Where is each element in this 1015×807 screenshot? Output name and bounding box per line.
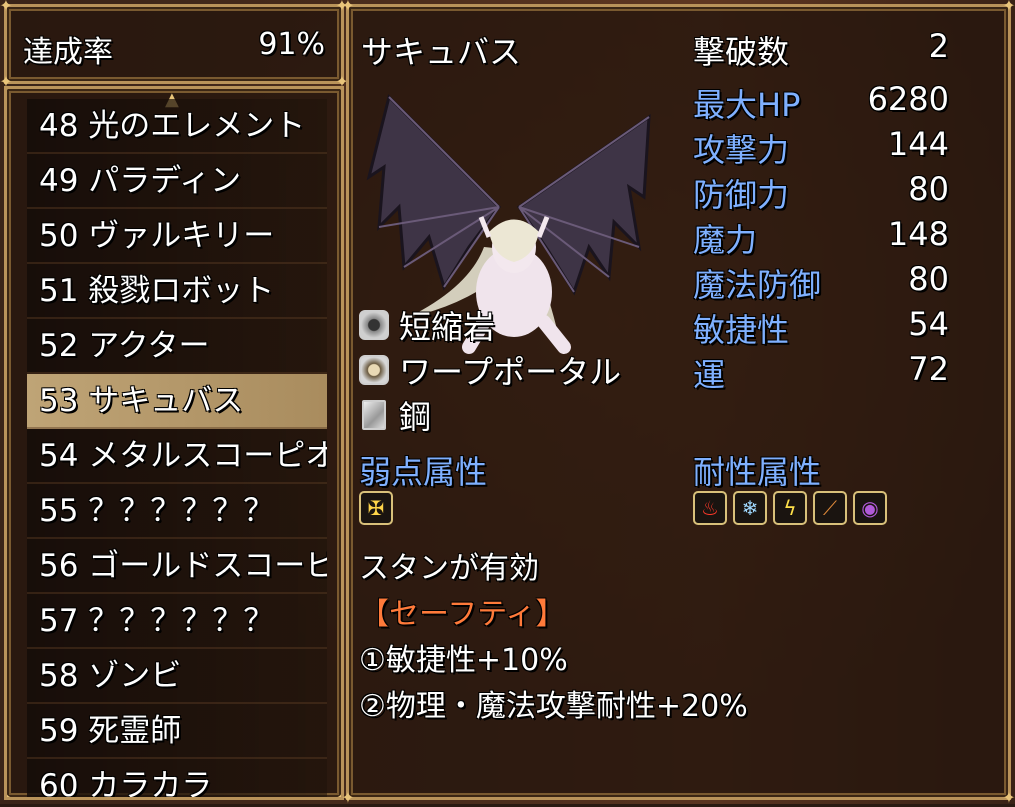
stat-label-luck: 運 — [693, 356, 726, 394]
drop-item: 鋼 — [359, 395, 432, 436]
monster-name: サキュバス — [361, 33, 522, 71]
drop-item-label: 鋼 — [399, 398, 432, 436]
stat-value-agility: 54 — [908, 305, 949, 343]
list-item[interactable]: 59 死霊師 — [27, 704, 327, 759]
frame-ornament-icon: ✦ — [7, 790, 14, 798]
list-item[interactable]: 58 ゾンビ — [27, 649, 327, 704]
weakness-label: 弱点属性 — [359, 453, 488, 491]
stat-value-attack: 144 — [887, 125, 949, 163]
stat-label-defense: 防御力 — [693, 176, 790, 214]
frame-ornament-icon: ✦ — [1002, 0, 1015, 15]
kills-value: 2 — [928, 27, 949, 65]
completion-window: ✦ ✦ ✦ ✦ 達成率 91% — [0, 0, 349, 90]
ice-icon: ❄ — [733, 491, 767, 525]
completion-value: 91% — [258, 27, 325, 62]
stat-label-magic-defense: 魔法防御 — [693, 266, 822, 304]
fire-icon: ♨ — [693, 491, 727, 525]
dark-eye-icon: ◉ — [853, 491, 887, 525]
steel-ingot-icon — [362, 400, 386, 430]
list-item[interactable]: 54 メタルスコーピオ — [27, 429, 327, 484]
stat-label-max-hp: 最大HP — [693, 86, 801, 124]
trait-title: 【セーフティ】 — [359, 597, 566, 632]
thunder-icon: ϟ — [773, 491, 807, 525]
frame-ornament-icon: ✦ — [334, 89, 341, 96]
frame-ornament-icon: ✦ — [341, 0, 355, 15]
portal-orb-icon — [359, 355, 389, 385]
list-item[interactable]: 55 ？？？？？？ — [27, 484, 327, 539]
drop-item-label: ワープポータル — [399, 353, 622, 391]
stat-label-magic: 魔力 — [693, 221, 758, 259]
monster-list[interactable]: 48 光のエレメント 49 パラディン 50 ヴァルキリー 51 殺戮ロボット … — [27, 99, 327, 797]
stat-value-max-hp: 6280 — [867, 80, 949, 118]
drop-item-label: 短縮岩 — [399, 308, 496, 346]
stat-label-attack: 攻撃力 — [693, 131, 790, 169]
stat-value-luck: 72 — [908, 350, 949, 388]
trait-line-2: ②物理・魔法攻撃耐性+20% — [359, 689, 748, 724]
list-item[interactable]: 60 カラカラ — [27, 759, 327, 797]
frame-ornament-icon: ✦ — [7, 89, 14, 96]
rock-orb-icon — [359, 310, 389, 340]
list-item[interactable]: 57 ？？？？？？ — [27, 594, 327, 649]
list-item[interactable]: 48 光のエレメント — [27, 99, 327, 154]
kills-label: 撃破数 — [693, 33, 790, 71]
holy-cross-icon: ✠ — [359, 491, 393, 525]
drop-item: ワープポータル — [359, 350, 622, 391]
completion-label: 達成率 — [23, 35, 113, 70]
earth-icon: ⟋ — [813, 491, 847, 525]
list-item[interactable]: 49 パラディン — [27, 154, 327, 209]
monster-detail-window: ✦ ✦ ✦ ✦ サキュバス 撃破数 2 最大HP 6280 攻撃力 144 防御… — [341, 0, 1015, 806]
trait-line-1: ①敏捷性+10% — [359, 643, 568, 678]
resist-label: 耐性属性 — [693, 453, 822, 491]
list-item[interactable]: 52 アクター — [27, 319, 327, 374]
monster-list-window[interactable]: ✦ ✦ ✦ ✦ ▲ 48 光のエレメント 49 パラディン 50 ヴァルキリー … — [4, 86, 344, 800]
list-item[interactable]: 56 ゴールドスコーピオ — [27, 539, 327, 594]
frame-ornament-icon: ✦ — [0, 0, 13, 15]
list-item[interactable]: 51 殺戮ロボット — [27, 264, 327, 319]
stat-label-agility: 敏捷性 — [693, 311, 790, 349]
drop-item: 短縮岩 — [359, 305, 496, 346]
stun-text: スタンが有効 — [359, 551, 539, 586]
list-item-selected[interactable]: 53 サキュバス — [27, 374, 327, 429]
stat-value-magic-defense: 80 — [908, 260, 949, 298]
list-item[interactable]: 50 ヴァルキリー — [27, 209, 327, 264]
stat-value-defense: 80 — [908, 170, 949, 208]
stat-value-magic: 148 — [887, 215, 949, 253]
